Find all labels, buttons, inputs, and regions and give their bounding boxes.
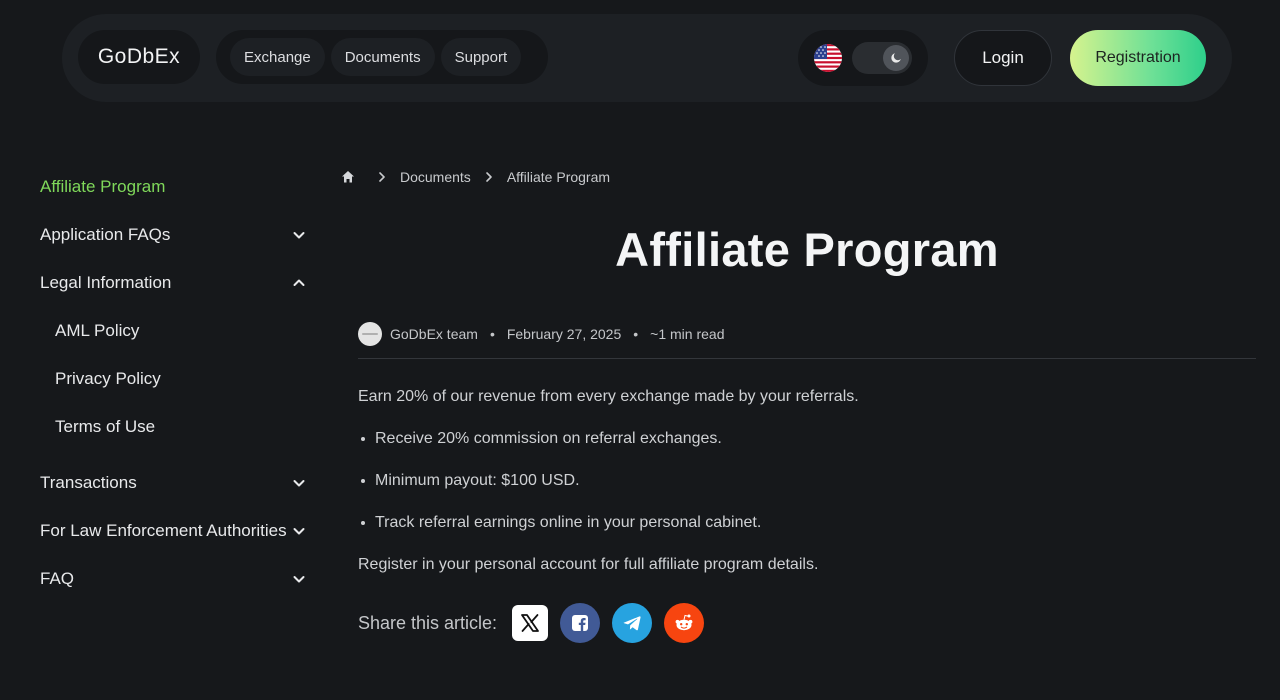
author-avatar	[358, 322, 382, 346]
telegram-share-icon[interactable]	[612, 603, 653, 643]
sidebar-item-label: FAQ	[40, 569, 75, 588]
read-time: ~1 min read	[650, 326, 725, 342]
top-header: GoDbEx Exchange Documents Support Login …	[62, 14, 1232, 102]
sidebar-item-label: AML Policy	[55, 321, 140, 340]
separator-dot: •	[489, 326, 495, 342]
chevron-up-icon	[292, 276, 306, 290]
divider	[358, 358, 1256, 359]
list-item: Minimum payout: $100 USD.	[358, 472, 580, 490]
article-outro: Register in your personal account for fu…	[358, 556, 819, 573]
sidebar-item-application-faqs[interactable]: Application FAQs	[40, 218, 306, 252]
sidebar-item-label: For Law Enforcement Authorities	[40, 521, 287, 540]
page-title: Affiliate Program	[615, 223, 999, 276]
article-meta: GoDbEx team • February 27, 2025 • ~1 min…	[358, 322, 724, 346]
sidebar-item-law-enforcement[interactable]: For Law Enforcement Authorities	[40, 514, 306, 548]
article-intro: Earn 20% of our revenue from every excha…	[358, 388, 859, 405]
sidebar-item-label: Transactions	[40, 473, 137, 492]
publish-date: February 27, 2025	[506, 326, 622, 342]
nav-documents[interactable]: Documents	[330, 38, 435, 76]
list-item-text: Receive 20% commission on referral excha…	[375, 430, 722, 447]
sidebar-item-label: Privacy Policy	[55, 369, 161, 388]
sidebar-item-affiliate-program[interactable]: Affiliate Program	[40, 170, 306, 204]
author-name: GoDbEx team	[390, 326, 478, 342]
home-icon[interactable]	[340, 169, 356, 185]
sidebar-item-label: Affiliate Program	[40, 177, 166, 196]
bullet-icon	[361, 479, 365, 483]
chevron-down-icon	[292, 228, 306, 242]
breadcrumb-documents[interactable]: Documents	[400, 169, 471, 185]
bullet-icon	[361, 437, 365, 441]
list-item: Track referral earnings online in your p…	[358, 514, 761, 532]
chevron-right-icon	[376, 171, 388, 183]
theme-toggle[interactable]	[852, 42, 912, 74]
reddit-share-icon[interactable]	[664, 603, 705, 643]
list-item-text: Minimum payout: $100 USD.	[375, 472, 580, 489]
sidebar-item-label: Terms of Use	[55, 417, 156, 436]
settings-group	[798, 30, 928, 86]
sidebar-item-legal-information[interactable]: Legal Information	[40, 266, 306, 300]
registration-button[interactable]: Registration	[1070, 30, 1206, 86]
sidebar-item-faq[interactable]: FAQ	[40, 562, 306, 596]
nav-support[interactable]: Support	[440, 38, 522, 76]
moon-icon	[883, 45, 909, 71]
list-item-text: Track referral earnings online in your p…	[375, 514, 762, 531]
sidebar-item-terms-of-use[interactable]: Terms of Use	[55, 410, 275, 444]
share-label: Share this article:	[358, 612, 498, 633]
sidebar-item-label: Legal Information	[40, 273, 172, 292]
share-bar: Share this article:	[358, 603, 716, 643]
breadcrumb: Documents Affiliate Program	[340, 166, 610, 188]
sidebar-item-label: Application FAQs	[40, 225, 171, 244]
separator-dot: •	[633, 326, 639, 342]
x-share-icon[interactable]	[512, 605, 549, 641]
chevron-down-icon	[292, 476, 306, 490]
sidebar-item-transactions[interactable]: Transactions	[40, 466, 306, 500]
chevron-down-icon	[292, 572, 306, 586]
login-button[interactable]: Login	[954, 30, 1052, 86]
main-nav: Exchange Documents Support	[216, 30, 548, 84]
us-flag-icon[interactable]	[814, 44, 842, 72]
site-logo[interactable]: GoDbEx	[78, 30, 200, 84]
chevron-right-icon	[483, 171, 495, 183]
sidebar-item-privacy-policy[interactable]: Privacy Policy	[55, 362, 275, 396]
breadcrumb-current: Affiliate Program	[506, 169, 611, 185]
list-item: Receive 20% commission on referral excha…	[358, 430, 722, 448]
facebook-share-icon[interactable]	[560, 603, 601, 643]
nav-exchange[interactable]: Exchange	[230, 38, 325, 76]
chevron-down-icon	[292, 524, 306, 538]
sidebar-item-aml-policy[interactable]: AML Policy	[55, 314, 275, 348]
bullet-icon	[361, 521, 365, 525]
